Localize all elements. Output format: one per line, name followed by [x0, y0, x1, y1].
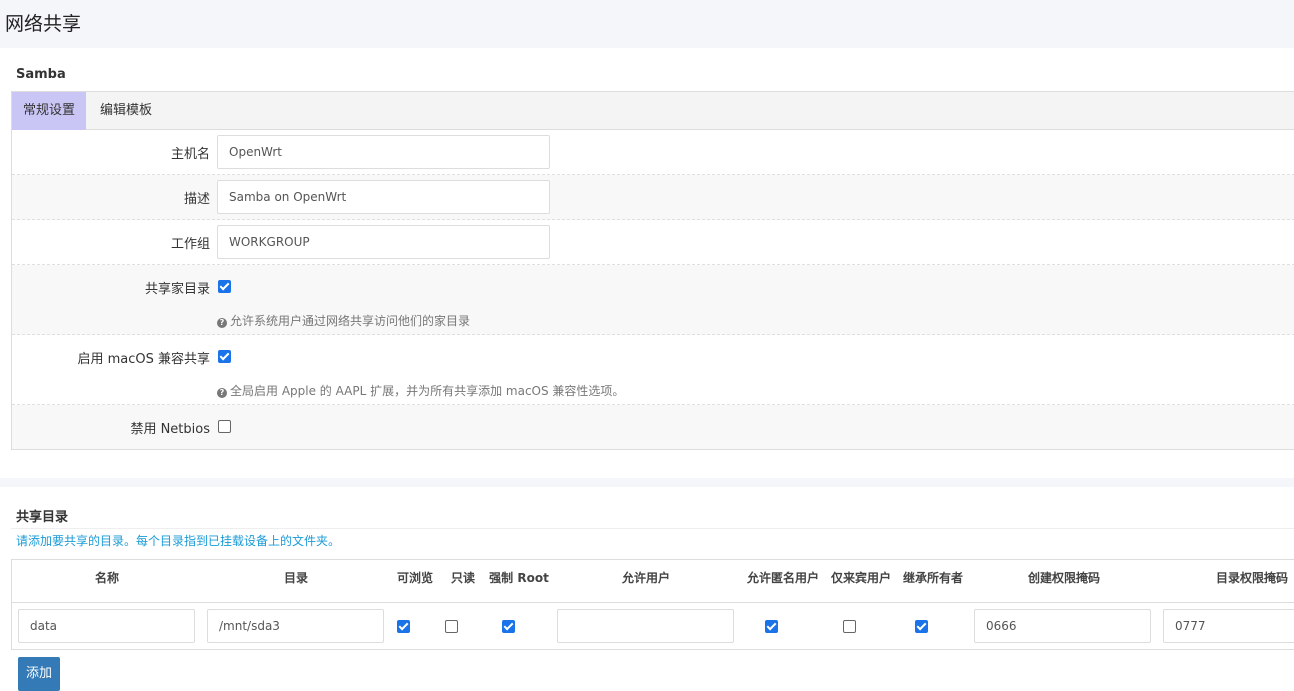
create-mask-input[interactable]: 0666: [974, 609, 1151, 643]
col-path: 目录: [283, 571, 309, 585]
share-path-input[interactable]: /mnt/sda3: [207, 609, 384, 643]
read-only-checkbox[interactable]: [445, 620, 458, 633]
macos-hint: ? 全局启用 Apple 的 AAPL 扩展，并为所有共享添加 macOS 兼容性…: [217, 382, 624, 399]
description-input[interactable]: Samba on OpenWrt: [217, 180, 550, 214]
inherit-owner-checkbox[interactable]: [915, 620, 928, 633]
macos-checkbox[interactable]: [218, 350, 231, 363]
share-home-label: 共享家目录: [144, 282, 210, 297]
col-guest-ok: 允许匿名用户: [746, 571, 820, 585]
row-hostname: 主机名 OpenWrt: [12, 130, 1294, 175]
row-netbios: 禁用 Netbios: [12, 405, 1294, 449]
allowed-users-input[interactable]: [557, 609, 734, 643]
guest-ok-checkbox[interactable]: [765, 620, 778, 633]
col-name: 名称: [94, 571, 120, 585]
netbios-checkbox[interactable]: [218, 420, 231, 433]
dir-mask-input[interactable]: 0777: [1163, 609, 1294, 643]
shares-table-header: 名称 目录 可浏览 只读 强制 Root 允许用户 允许匿名用户 仅来宾用户 继…: [11, 559, 1294, 603]
guest-only-checkbox[interactable]: [843, 620, 856, 633]
samba-section-title: Samba: [16, 67, 66, 82]
row-macos: 启用 macOS 兼容共享 ? 全局启用 Apple 的 AAPL 扩展，并为所有…: [12, 335, 1294, 405]
share-home-checkbox[interactable]: [218, 280, 231, 293]
col-force-root: 强制 Root: [489, 571, 549, 585]
share-name-input[interactable]: data: [18, 609, 195, 643]
help-icon: ?: [217, 318, 227, 328]
settings-form: 主机名 OpenWrt 描述 Samba on OpenWrt 工作组 WORK…: [11, 130, 1294, 450]
col-inherit-owner: 继承所有者: [902, 571, 964, 585]
force-root-checkbox[interactable]: [502, 620, 515, 633]
workgroup-input[interactable]: WORKGROUP: [217, 225, 550, 259]
tab-bar: 常规设置 编辑模板: [11, 91, 1294, 130]
col-browseable: 可浏览: [396, 571, 434, 585]
description-label: 描述: [183, 192, 210, 207]
share-home-hint: ? 允许系统用户通过网络共享访问他们的家目录: [217, 312, 470, 329]
workgroup-label: 工作组: [170, 237, 210, 252]
col-allowed-users: 允许用户: [621, 571, 671, 585]
browseable-checkbox[interactable]: [397, 620, 410, 633]
col-dir-mask: 目录权限掩码: [1215, 571, 1289, 585]
table-row: data /mnt/sda3 0666 0777: [11, 603, 1294, 650]
row-description: 描述 Samba on OpenWrt: [12, 175, 1294, 220]
help-icon: ?: [217, 388, 227, 398]
macos-label: 启用 macOS 兼容共享: [77, 352, 210, 367]
tab-general-settings[interactable]: 常规设置: [12, 92, 87, 130]
hostname-input[interactable]: OpenWrt: [217, 135, 550, 169]
shares-description: 请添加要共享的目录。每个目录指到已挂载设备上的文件夹。: [16, 534, 341, 548]
add-button[interactable]: 添加: [18, 657, 60, 691]
row-workgroup: 工作组 WORKGROUP: [12, 220, 1294, 265]
page-title: 网络共享: [5, 13, 82, 35]
shares-section-title: 共享目录: [16, 510, 69, 525]
col-read-only: 只读: [450, 571, 476, 585]
row-share-home: 共享家目录 ? 允许系统用户通过网络共享访问他们的家目录: [12, 265, 1294, 335]
tab-edit-template[interactable]: 编辑模板: [89, 92, 163, 130]
hostname-label: 主机名: [170, 147, 210, 162]
netbios-label: 禁用 Netbios: [130, 422, 210, 437]
col-guest-only: 仅来宾用户: [830, 571, 892, 585]
divider: [11, 528, 1294, 529]
col-create-mask: 创建权限掩码: [1027, 571, 1101, 585]
